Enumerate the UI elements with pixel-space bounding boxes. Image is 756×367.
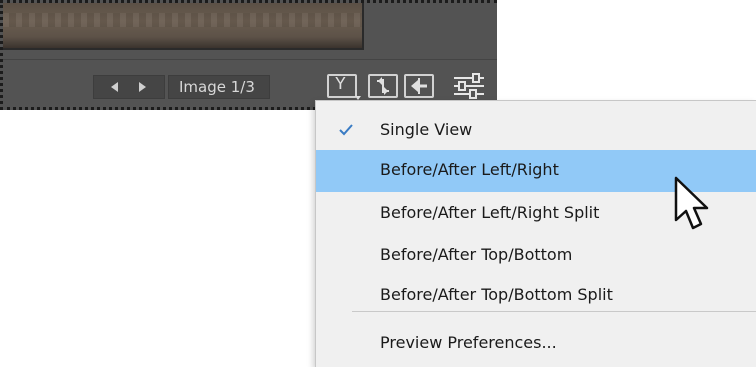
menu-item-label: Single View <box>380 120 473 139</box>
copy-settings-icon <box>411 78 427 94</box>
image-preview-thumbnail <box>3 3 364 50</box>
previous-image-icon[interactable] <box>111 82 118 92</box>
screenshot-stage: Image 1/3 Y Single View Before/After Lef… <box>0 0 756 367</box>
panel-divider <box>3 59 497 60</box>
swap-before-after-button[interactable] <box>368 74 398 98</box>
menu-item-single-view[interactable]: Single View <box>316 110 756 152</box>
menu-separator <box>352 311 756 312</box>
image-counter-field: Image 1/3 <box>168 75 270 99</box>
checkmark-icon <box>339 124 353 136</box>
next-image-icon[interactable] <box>139 82 146 92</box>
copy-before-to-after-button[interactable] <box>404 74 434 98</box>
menu-item-preview-preferences[interactable]: Preview Preferences... <box>316 323 756 365</box>
before-after-view-icon: Y <box>335 75 346 95</box>
menu-item-before-after-top-bottom[interactable]: Before/After Top/Bottom <box>316 235 756 277</box>
menu-item-label: Preview Preferences... <box>380 333 557 352</box>
view-mode-menu: Single View Before/After Left/Right Befo… <box>315 100 756 367</box>
menu-item-label: Before/After Left/Right <box>380 160 559 179</box>
sliders-icon <box>454 73 484 99</box>
menu-item-label: Before/After Left/Right Split <box>380 203 600 222</box>
menu-item-label: Before/After Top/Bottom <box>380 245 573 264</box>
preview-preferences-button[interactable] <box>448 73 490 101</box>
menu-item-label: Before/After Top/Bottom Split <box>380 285 613 304</box>
view-mode-button[interactable]: Y <box>327 74 361 100</box>
mouse-pointer-icon <box>674 176 709 230</box>
image-navigation <box>93 75 165 99</box>
swap-icon <box>377 77 389 95</box>
image-counter: Image 1/3 <box>179 78 255 96</box>
preview-panel: Image 1/3 Y <box>0 0 497 110</box>
